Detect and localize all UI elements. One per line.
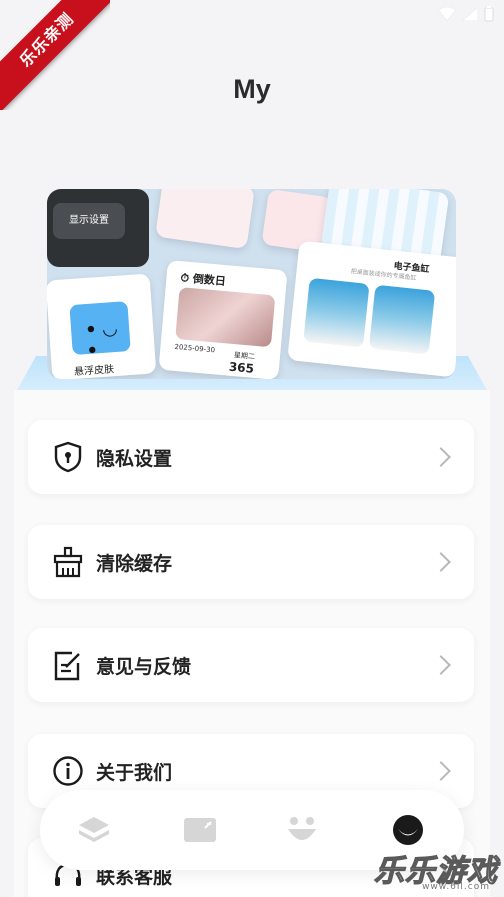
shield-lock-icon (52, 441, 84, 473)
chevron-right-icon (431, 655, 451, 675)
display-settings-label: 显示设置 (53, 203, 125, 239)
menu-item-label: 意见与反馈 (96, 655, 192, 678)
menu-item-label: 清除缓存 (96, 552, 173, 575)
menu-item-label: 关于我们 (96, 761, 173, 784)
chevron-right-icon (431, 447, 451, 467)
signal-icon (462, 7, 478, 21)
card-icon (184, 818, 216, 842)
tshirt-icon: • ◡ • (69, 301, 131, 362)
countdown-image (175, 287, 276, 348)
fish-tank-image (303, 277, 370, 348)
tab-emoji[interactable] (284, 812, 320, 848)
countdown-card: ⏱ 倒数日 2025-09-30 星期二 365 (158, 259, 288, 379)
info-icon (52, 755, 84, 787)
fish-tank-image (368, 284, 436, 355)
countdown-title: ⏱ 倒数日 (179, 271, 227, 289)
menu-item-label: 隐私设置 (96, 447, 173, 470)
menu-item-feedback[interactable]: 意见与反馈 (28, 628, 474, 702)
float-skin-label: 悬浮皮肤 (73, 364, 115, 378)
float-skin-card: • ◡ • 悬浮皮肤 (47, 273, 157, 379)
promo-banner[interactable]: 显示设置 • ◡ • 悬浮皮肤 ⏱ 倒数日 2025-09-30 星期二 365… (47, 189, 456, 379)
countdown-days: 365 (228, 359, 255, 376)
tab-widgets[interactable] (182, 812, 218, 848)
chevron-right-icon (431, 761, 451, 781)
edit-note-icon (52, 649, 84, 681)
smiley-icon (288, 817, 316, 840)
countdown-date: 2025-09-30 (174, 342, 216, 355)
fish-tank-card: 电子鱼缸 把桌面装成你的专属鱼缸 (287, 240, 456, 378)
theme-preview-tile (155, 189, 255, 250)
tab-home[interactable] (76, 812, 112, 848)
broom-icon (52, 546, 84, 578)
display-settings-card: 显示设置 (47, 189, 149, 267)
menu-item-clear-cache[interactable]: 清除缓存 (28, 525, 474, 599)
layers-icon (79, 817, 109, 842)
wifi-icon (438, 7, 456, 21)
tab-my[interactable] (390, 812, 426, 848)
profile-icon (393, 815, 423, 845)
page-title: My (233, 74, 271, 104)
menu-item-privacy[interactable]: 隐私设置 (28, 420, 474, 494)
status-icons (438, 6, 494, 22)
watermark-url: www.6ll.com (422, 882, 490, 892)
battery-icon (484, 6, 494, 22)
chevron-right-icon (431, 552, 451, 572)
